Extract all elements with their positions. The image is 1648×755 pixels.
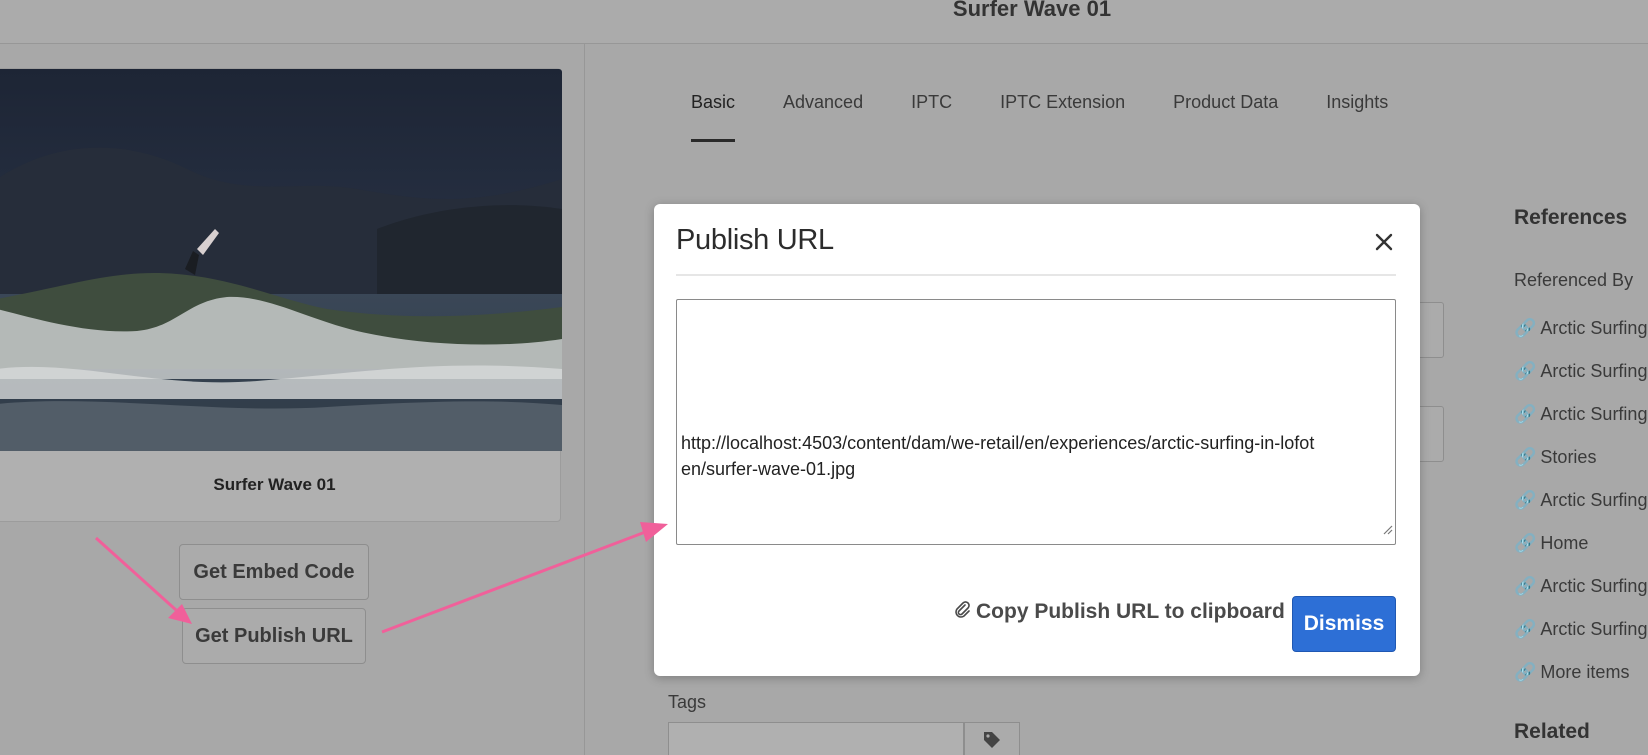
dialog-divider [676, 274, 1396, 276]
reference-link[interactable]: 🔗 Arctic Surfing [1514, 619, 1647, 640]
publish-url-dialog: Publish URL http://localhost:4503/conten… [654, 204, 1420, 676]
link-icon: 🔗 [1514, 533, 1537, 553]
tab-basic[interactable]: Basic [691, 92, 736, 142]
reference-link[interactable]: 🔗 Stories [1514, 447, 1596, 468]
page-title: Surfer Wave 01 [952, 0, 1112, 21]
publish-url-text: http://localhost:4503/content/dam/we-ret… [681, 433, 1315, 479]
tags-label: Tags [668, 692, 707, 712]
dialog-title: Publish URL [676, 224, 834, 256]
tab-advanced[interactable]: Advanced [783, 92, 863, 142]
resize-grip-icon[interactable] [1381, 516, 1393, 542]
copy-publish-url-button[interactable]: Copy Publish URL to clipboard [954, 600, 1285, 624]
link-icon: 🔗 [1514, 490, 1537, 510]
reference-link[interactable]: 🔗 Arctic Surfing [1514, 361, 1647, 382]
tags-input[interactable] [668, 722, 964, 755]
page-header: Surfer Wave 01 [0, 0, 1648, 44]
tab-insights[interactable]: Insights [1326, 92, 1388, 142]
link-icon: 🔗 [1514, 318, 1537, 338]
panel-divider [584, 44, 585, 755]
link-icon: 🔗 [1514, 662, 1537, 682]
reference-link[interactable]: 🔗 Arctic Surfing [1514, 404, 1647, 425]
link-icon: 🔗 [1514, 619, 1537, 639]
tab-product-data[interactable]: Product Data [1173, 92, 1278, 142]
link-icon: 🔗 [1514, 447, 1537, 467]
asset-title: Surfer Wave 01 [213, 475, 336, 494]
related-heading: Related [1514, 720, 1590, 743]
references-heading: References [1514, 206, 1628, 229]
close-icon[interactable] [1370, 228, 1398, 256]
reference-link[interactable]: 🔗 Arctic Surfing [1514, 490, 1647, 511]
paperclip-icon [954, 600, 970, 624]
reference-link[interactable]: 🔗 Home [1514, 533, 1588, 554]
asset-card: Surfer Wave 01 [0, 68, 562, 522]
more-items-link[interactable]: 🔗 More items [1514, 662, 1629, 683]
asset-thumbnail [0, 69, 562, 451]
tab-iptc-extension[interactable]: IPTC Extension [1000, 92, 1125, 142]
properties-tabs: Basic Advanced IPTC IPTC Extension Produ… [691, 92, 1436, 142]
publish-url-textarea[interactable]: http://localhost:4503/content/dam/we-ret… [676, 299, 1396, 545]
tab-iptc[interactable]: IPTC [911, 92, 952, 142]
get-publish-url-button[interactable]: Get Publish URL [182, 608, 366, 664]
referenced-by-heading: Referenced By [1514, 270, 1634, 290]
reference-link[interactable]: 🔗 Arctic Surfing [1514, 576, 1647, 597]
tag-picker-button[interactable] [964, 722, 1020, 755]
link-icon: 🔗 [1514, 361, 1537, 381]
tag-icon [982, 730, 1002, 755]
link-icon: 🔗 [1514, 576, 1537, 596]
dismiss-button[interactable]: Dismiss [1292, 596, 1396, 652]
link-icon: 🔗 [1514, 404, 1537, 424]
reference-link[interactable]: 🔗 Arctic Surfing [1514, 318, 1647, 339]
get-embed-code-button[interactable]: Get Embed Code [179, 544, 369, 600]
